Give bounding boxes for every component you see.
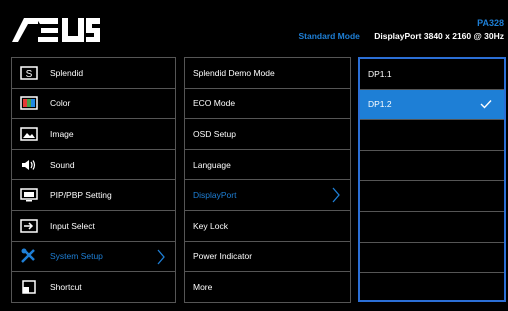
menu-item-label: PIP/PBP Setting bbox=[50, 190, 112, 201]
sound-icon bbox=[16, 158, 42, 172]
submenu-item[interactable]: Key Lock bbox=[184, 210, 351, 242]
menu-item-system-setup[interactable]: System Setup bbox=[11, 241, 176, 273]
submenu-item-label: More bbox=[193, 281, 213, 292]
option-empty bbox=[360, 243, 504, 274]
shortcut-icon bbox=[16, 280, 42, 294]
menu-item-color[interactable]: Color bbox=[11, 88, 176, 120]
menu-item-input-select[interactable]: Input Select bbox=[11, 210, 176, 242]
main-menu: S Splendid Color Image Sound PIP/PBP Set… bbox=[11, 57, 176, 303]
submenu: Splendid Demo Mode ECO Mode OSD Setup La… bbox=[184, 57, 351, 303]
connection-label: DisplayPort 3840 x 2160 @ 30Hz bbox=[374, 31, 504, 41]
menu-item-image[interactable]: Image bbox=[11, 119, 176, 150]
chevron-right-icon bbox=[157, 249, 165, 267]
menu-item-sound[interactable]: Sound bbox=[11, 149, 176, 181]
menu-item-label: Sound bbox=[50, 159, 75, 170]
menu-item-label: Input Select bbox=[50, 220, 95, 231]
option-label: DP1.2 bbox=[368, 99, 392, 110]
option-dp12[interactable]: DP1.2 bbox=[360, 89, 504, 121]
submenu-item-displayport[interactable]: DisplayPort bbox=[184, 180, 351, 211]
splendid-icon: S bbox=[16, 66, 42, 80]
submenu-item-label: OSD Setup bbox=[193, 128, 236, 139]
svg-text:S: S bbox=[26, 69, 33, 80]
menu-item-label: Color bbox=[50, 98, 71, 109]
submenu-item[interactable]: Language bbox=[184, 149, 351, 181]
submenu-item-label: ECO Mode bbox=[193, 98, 236, 109]
option-empty bbox=[360, 273, 504, 304]
option-empty bbox=[360, 181, 504, 212]
submenu-item-label: Splendid Demo Mode bbox=[193, 67, 275, 78]
image-icon bbox=[16, 127, 42, 141]
option-dp11[interactable]: DP1.1 bbox=[360, 59, 504, 90]
submenu-item[interactable]: ECO Mode bbox=[184, 88, 351, 120]
submenu-item-label: DisplayPort bbox=[193, 190, 237, 201]
pip-pbp-icon bbox=[16, 188, 42, 202]
asus-logo bbox=[12, 18, 100, 42]
menu-item-label: System Setup bbox=[50, 251, 103, 262]
submenu-item-label: Power Indicator bbox=[193, 251, 253, 262]
menu-item-pip-pbp[interactable]: PIP/PBP Setting bbox=[11, 180, 176, 211]
menu-item-label: Image bbox=[50, 128, 74, 139]
checkmark-icon bbox=[480, 99, 492, 111]
option-label: DP1.1 bbox=[368, 68, 392, 79]
option-empty bbox=[360, 151, 504, 182]
options-panel: DP1.1 DP1.2 bbox=[358, 57, 506, 302]
input-select-icon bbox=[16, 219, 42, 233]
status-bar: Standard Mode DisplayPort 3840 x 2160 @ … bbox=[298, 31, 504, 41]
system-setup-icon bbox=[16, 248, 42, 264]
menu-item-label: Shortcut bbox=[50, 281, 82, 292]
option-empty bbox=[360, 212, 504, 243]
submenu-item[interactable]: Power Indicator bbox=[184, 241, 351, 273]
menu-item-shortcut[interactable]: Shortcut bbox=[11, 272, 176, 303]
mode-label: Standard Mode bbox=[298, 31, 360, 41]
submenu-item-label: Language bbox=[193, 159, 231, 170]
menu-item-splendid[interactable]: S Splendid bbox=[11, 58, 176, 89]
submenu-item-label: Key Lock bbox=[193, 220, 228, 231]
menu-item-label: Splendid bbox=[50, 67, 84, 78]
model-name: PA328 bbox=[477, 18, 504, 28]
submenu-item[interactable]: OSD Setup bbox=[184, 119, 351, 150]
chevron-right-icon bbox=[332, 187, 340, 205]
submenu-item[interactable]: Splendid Demo Mode bbox=[184, 58, 351, 89]
option-empty bbox=[360, 120, 504, 151]
color-icon bbox=[16, 96, 42, 111]
submenu-item[interactable]: More bbox=[184, 272, 351, 303]
